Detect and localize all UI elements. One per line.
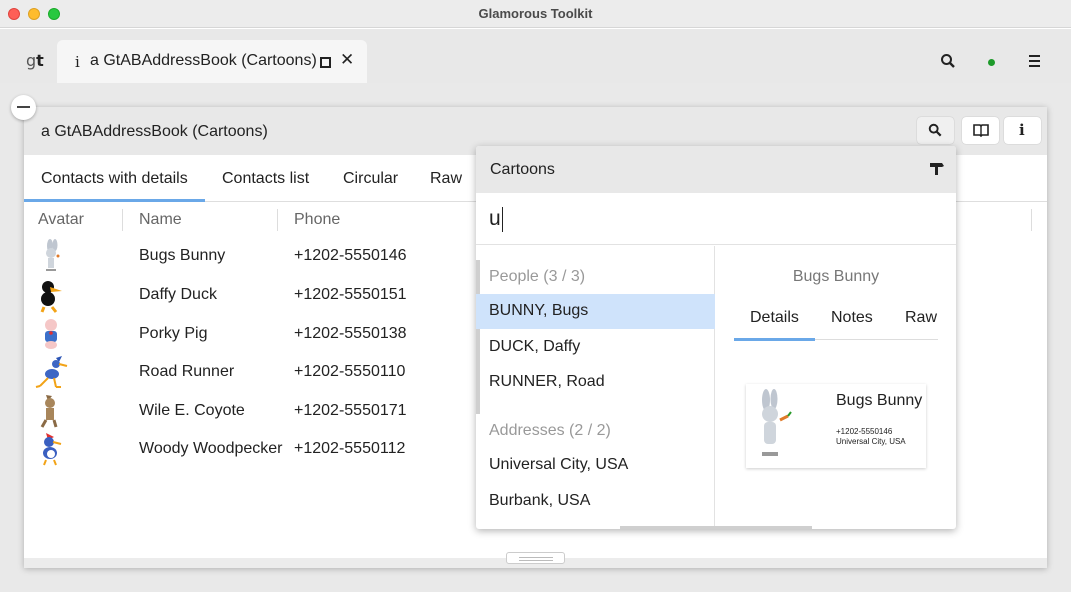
hammer-icon[interactable] <box>929 162 945 181</box>
search-query: u <box>489 207 501 230</box>
preview-tab-raw[interactable]: Raw <box>905 309 937 327</box>
book-icon <box>973 124 989 137</box>
result-item[interactable]: BUNNY, Bugs <box>476 294 715 329</box>
close-tab-icon[interactable]: ✕ <box>340 50 354 70</box>
spotter-preview: Bugs Bunny Details Notes Raw Bugs Bunny … <box>716 246 956 529</box>
menu-icon[interactable] <box>1029 55 1040 70</box>
contact-name: Porky Pig <box>139 325 208 342</box>
contact-name: Daffy Duck <box>139 286 217 303</box>
result-label: DUCK, Daffy <box>489 338 581 355</box>
inspect-button[interactable]: i <box>1004 117 1041 144</box>
contact-name: Woody Woodpecker <box>139 440 283 457</box>
contact-name: Wile E. Coyote <box>139 402 245 419</box>
search-button[interactable] <box>917 117 954 144</box>
column-header-phone[interactable]: Phone <box>294 211 340 229</box>
contact-name: Road Runner <box>139 363 235 380</box>
column-header-name[interactable]: Name <box>139 211 182 229</box>
card-address: Universal City, USA <box>836 437 906 446</box>
column-divider[interactable] <box>277 209 278 231</box>
contact-phone: +1202-5550138 <box>294 325 407 342</box>
horizontal-scrollbar[interactable] <box>620 526 812 529</box>
contact-phone: +1202-5550151 <box>294 286 407 303</box>
window-title: Glamorous Toolkit <box>478 6 593 21</box>
result-item[interactable]: Burbank, USA <box>476 484 715 519</box>
search-icon[interactable] <box>940 53 956 74</box>
preview-title: Bugs Bunny <box>792 268 880 285</box>
info-icon: i <box>75 53 80 71</box>
tab-bar: gt i a GtABAddressBook (Cartoons) ✕ <box>0 29 1071 83</box>
porky-pig-avatar <box>45 319 57 349</box>
category-header-people[interactable]: People (3 / 3) <box>489 268 585 286</box>
tab-contacts-with-details[interactable]: Contacts with details <box>41 170 188 188</box>
preview-active-tab-indicator <box>734 338 815 341</box>
table-row[interactable]: Wile E. Coyote +1202-5550171 <box>24 393 484 431</box>
result-item[interactable]: DUCK, Daffy <box>476 330 715 365</box>
table-row[interactable]: Daffy Duck +1202-5550151 <box>24 277 484 315</box>
column-divider[interactable] <box>122 209 123 231</box>
window-titlebar: Glamorous Toolkit <box>0 0 1071 28</box>
column-header-avatar[interactable]: Avatar <box>38 211 84 229</box>
table-row[interactable]: Woody Woodpecker +1202-5550112 <box>24 431 484 469</box>
tab-circular[interactable]: Circular <box>343 170 398 188</box>
info-icon: i <box>1019 121 1025 139</box>
spotter-results: People (3 / 3) BUNNY, Bugs DUCK, Daffy R… <box>476 246 715 529</box>
result-label: BUNNY, Bugs <box>489 302 589 319</box>
result-label: RUNNER, Road <box>489 373 605 390</box>
contact-phone: +1202-5550146 <box>294 247 407 264</box>
pane-title: a GtABAddressBook (Cartoons) <box>41 123 268 140</box>
daffy-duck-avatar <box>40 281 62 313</box>
contact-phone: +1202-5550171 <box>294 402 407 419</box>
spotter-search-input[interactable]: u <box>476 193 956 245</box>
tab-label: a GtABAddressBook (Cartoons) <box>90 52 317 69</box>
road-runner-avatar <box>35 356 68 388</box>
resize-handle[interactable] <box>506 552 565 564</box>
preview-tab-details[interactable]: Details <box>750 309 799 327</box>
spotter-popup: Cartoons u People (3 / 3) BUNNY, Bugs DU… <box>476 146 956 529</box>
gt-logo[interactable]: gt <box>26 51 44 70</box>
table-row[interactable]: Road Runner +1202-5550110 <box>24 354 484 392</box>
status-dot <box>988 59 995 66</box>
result-item[interactable]: RUNNER, Road <box>476 365 715 400</box>
search-icon <box>928 123 942 137</box>
result-item[interactable]: Universal City, USA <box>476 448 715 483</box>
card-phone: +1202-5550146 <box>836 427 893 436</box>
spotter-header: Cartoons <box>476 146 956 193</box>
bugs-bunny-avatar <box>46 239 60 271</box>
bugs-bunny-picture <box>762 389 792 456</box>
category-header-addresses[interactable]: Addresses (2 / 2) <box>489 422 611 440</box>
woody-woodpecker-avatar <box>43 433 62 466</box>
contact-name: Bugs Bunny <box>139 247 226 264</box>
tab-addressbook[interactable]: i a GtABAddressBook (Cartoons) ✕ <box>57 40 367 83</box>
active-tab-indicator <box>24 199 205 202</box>
preview-tab-notes[interactable]: Notes <box>831 309 873 327</box>
wile-e-coyote-avatar <box>40 395 58 428</box>
contact-phone: +1202-5550110 <box>294 363 406 380</box>
result-label: Burbank, USA <box>489 492 591 509</box>
browse-button[interactable] <box>962 117 999 144</box>
collapse-button[interactable] <box>11 95 36 120</box>
table-row[interactable]: Porky Pig +1202-5550138 <box>24 316 484 354</box>
result-label: Universal City, USA <box>489 456 629 473</box>
spotter-title: Cartoons <box>490 161 555 178</box>
maximize-tab-icon[interactable] <box>320 57 331 68</box>
tab-raw[interactable]: Raw <box>430 170 462 188</box>
table-row[interactable]: Bugs Bunny +1202-5550146 <box>24 238 484 276</box>
tab-contacts-list[interactable]: Contacts list <box>222 170 309 188</box>
card-name: Bugs Bunny <box>836 392 923 409</box>
contact-phone: +1202-5550112 <box>294 440 406 457</box>
contact-card[interactable]: Bugs Bunny +1202-5550146 Universal City,… <box>746 384 926 468</box>
column-divider[interactable] <box>1031 209 1032 231</box>
text-caret <box>502 207 503 232</box>
